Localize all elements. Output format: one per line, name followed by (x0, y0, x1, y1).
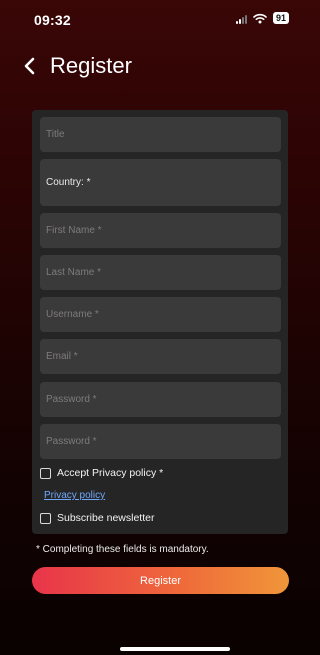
country-select[interactable]: Country: * (40, 159, 281, 206)
subscribe-label: Subscribe newsletter (57, 512, 155, 524)
home-indicator (120, 647, 230, 651)
status-icons: 91 (235, 12, 289, 24)
page-title: Register (50, 53, 132, 78)
chevron-left-icon (24, 57, 35, 75)
back-button[interactable] (22, 52, 44, 80)
accept-privacy-checkbox[interactable] (40, 467, 51, 479)
password-field[interactable]: Password * (40, 382, 281, 417)
header: Register (22, 52, 132, 80)
title-field[interactable]: Title (40, 117, 281, 152)
last-name-field[interactable]: Last Name * (40, 255, 281, 290)
mandatory-note: * Completing these fields is mandatory. (36, 544, 209, 555)
accept-privacy-label: Accept Privacy policy * (57, 467, 164, 479)
username-field[interactable]: Username * (40, 297, 281, 332)
battery-icon: 91 (272, 12, 289, 24)
email-field[interactable]: Email * (40, 339, 281, 374)
status-time: 09:32 (34, 12, 71, 28)
signal-icon (235, 13, 247, 24)
register-button[interactable]: Register (32, 567, 289, 594)
first-name-field[interactable]: First Name * (40, 213, 281, 248)
subscribe-row[interactable]: Subscribe newsletter (40, 512, 154, 524)
password-confirm-field[interactable]: Password * (40, 424, 281, 459)
accept-privacy-row[interactable]: Accept Privacy policy * (40, 467, 163, 479)
register-form: Title Country: * First Name * Last Name … (32, 110, 288, 534)
wifi-icon (253, 13, 267, 23)
status-bar: 09:32 91 (0, 0, 307, 36)
privacy-policy-link[interactable]: Privacy policy (44, 490, 105, 501)
subscribe-checkbox[interactable] (40, 512, 51, 524)
